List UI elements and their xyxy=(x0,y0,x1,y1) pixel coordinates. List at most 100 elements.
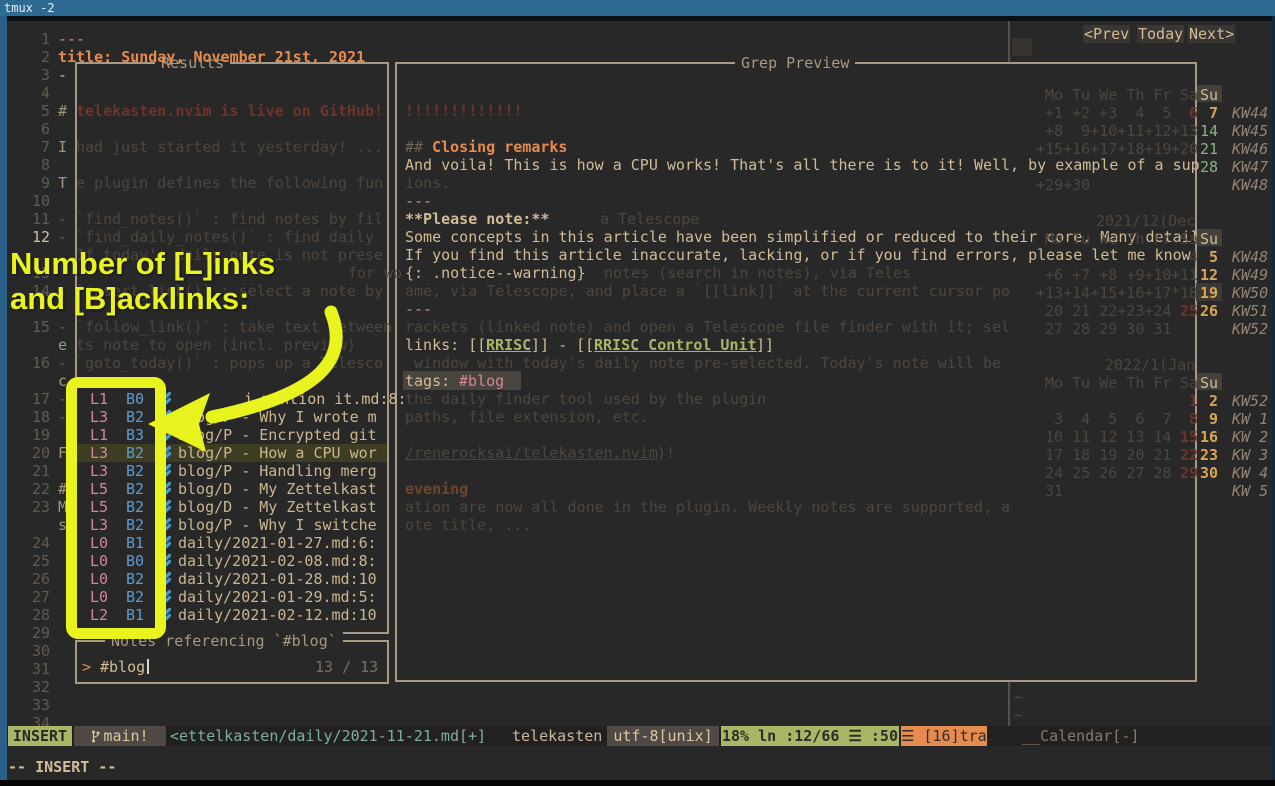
text-fragment: ~ xyxy=(1014,706,1023,724)
result-text: daily/2021-02-08.md:8: xyxy=(178,552,384,570)
text-fragment: If today's daily note is not prese xyxy=(76,246,383,264)
text-fragment: had just started it yesterday! ... xyxy=(76,138,383,156)
line-number: 32 xyxy=(8,678,50,696)
result-item[interactable]: L0 B2 daily/2021-01-28.md:10 xyxy=(77,570,387,588)
text-fragment: ts note to open (incl. preview) xyxy=(76,336,356,354)
text-fragment: `find_daily_notes()` : find daily xyxy=(76,228,374,246)
text-fragment: ions. xyxy=(405,174,450,192)
result-item[interactable]: L3 B2 blog/P - Why I switche xyxy=(77,516,387,534)
text-fragment: `insert_link()` : select a note by xyxy=(76,282,383,300)
calendar-cell: 29 xyxy=(1171,464,1198,482)
text-fragment: I xyxy=(58,138,67,156)
calendar-cell: 25 xyxy=(1171,302,1198,320)
line-number: 18 xyxy=(8,408,50,426)
grep-preview-title: Grep Preview xyxy=(735,54,855,72)
branch-label: main! xyxy=(103,727,148,745)
text-fragment: window with today's daily note pre-selec… xyxy=(405,354,1001,372)
line-number: 9 xyxy=(8,174,50,192)
calendar-cell: +13 xyxy=(1171,122,1198,140)
result-item[interactable]: L0 B0 daily/2021-02-08.md:8: xyxy=(77,552,387,570)
text-fragment: a Telescope xyxy=(600,210,699,228)
line-number: 21 xyxy=(8,462,50,480)
text-fragment: --- xyxy=(58,30,85,48)
calendar-cell: 9 xyxy=(1200,410,1218,428)
calendar-cell: 27 28 29 30 31 xyxy=(1036,320,1171,338)
calendar-cell: KW52 xyxy=(1232,320,1268,338)
text-fragment: RRISC Control Unit xyxy=(594,336,757,354)
line-number: 30 xyxy=(8,642,50,660)
backlinks-count: B2 xyxy=(126,588,144,606)
line-number: 19 xyxy=(8,426,50,444)
text-fragment: ation are now all done in the plugin. We… xyxy=(405,498,1010,516)
calendar-cell: 19 xyxy=(1200,284,1218,302)
line-number: 22 xyxy=(8,480,50,498)
calendar-nav-button[interactable]: Today xyxy=(1137,25,1184,43)
links-count: L5 xyxy=(90,480,108,498)
links-count: L0 xyxy=(90,534,108,552)
result-item[interactable]: L5 B2 blog/D - My Zettelkast xyxy=(77,498,387,516)
text-fragment: ]] - [[ xyxy=(531,336,594,354)
position-badge: 18% ln :12/66 ☰ :50 xyxy=(721,726,899,746)
calendar-cell: 2021/12(Dec xyxy=(1096,212,1195,230)
result-item[interactable]: L5 B2 blog/D - My Zettelkast xyxy=(77,480,387,498)
result-item[interactable]: L0 B2 daily/2021-01-29.md:5: xyxy=(77,588,387,606)
result-item[interactable]: L3 B2 blog/P - Handling merg xyxy=(77,462,387,480)
tmux-titlebar: tmux -2 xyxy=(0,0,1275,16)
result-item[interactable]: L1 B3 blog/P - Encrypted git xyxy=(77,426,387,444)
prompt-caret: > xyxy=(82,658,91,676)
text-fragment: - xyxy=(58,408,67,426)
backlinks-count: B3 xyxy=(126,426,144,444)
result-item[interactable]: L3 B2 blog/P - Why I wrote m xyxy=(77,408,387,426)
command-line-mode: -- INSERT -- xyxy=(8,757,116,777)
line-number: 7 xyxy=(8,138,50,156)
backlinks-count: B2 xyxy=(126,498,144,516)
calendar-cell: KW45 xyxy=(1232,122,1268,140)
links-count: L0 xyxy=(90,552,108,570)
calendar-cell: 21 xyxy=(1200,140,1218,158)
calendar-cell: KW49 xyxy=(1232,266,1268,284)
text-cursor xyxy=(147,659,149,674)
calendar-cell: 22 xyxy=(1171,446,1198,464)
text-fragment: )! xyxy=(657,444,675,462)
text-fragment: And voila! This is how a CPU works! That… xyxy=(405,156,1200,174)
text-fragment: title: Sunday, November 21st, 2021 xyxy=(58,48,365,66)
links-count: L0 xyxy=(90,570,108,588)
calendar-cell: *18 xyxy=(1171,284,1198,302)
calendar-cell: 20 21 22+23+24 xyxy=(1036,302,1171,320)
prompt-input[interactable]: #blog xyxy=(100,658,145,676)
result-item[interactable]: L3 B2 blog/P - How a CPU wor xyxy=(77,444,387,462)
line-number: 23 xyxy=(8,498,50,516)
calendar-cell: 3 4 5 6 7 xyxy=(1036,410,1171,428)
links-count: L1 xyxy=(90,390,108,408)
text-fragment: # xyxy=(58,480,67,498)
text-fragment: c xyxy=(58,372,67,390)
text-fragment: If you find this article inaccurate, lac… xyxy=(405,246,1191,264)
calendar-cell: 14 xyxy=(1200,122,1218,140)
line-number: 20 xyxy=(8,444,50,462)
text-fragment: - xyxy=(58,282,67,300)
text-fragment: ame, via Telescope, and place a `[[link]… xyxy=(405,282,1010,300)
result-item[interactable]: L0 B1 daily/2021-01-27.md:6: xyxy=(77,534,387,552)
text-fragment: i mention it.md:8: xyxy=(244,390,407,408)
backlinks-count: B2 xyxy=(126,570,144,588)
line-number: 16 xyxy=(8,354,50,372)
calendar-nav-button[interactable]: <Prev xyxy=(1083,25,1130,43)
result-item[interactable]: L2 B1 daily/2021-02-12.md:10 xyxy=(77,606,387,624)
text-fragment: --- xyxy=(405,192,432,210)
calendar-cell: KW51 xyxy=(1232,302,1268,320)
calendar-cell: KW47 xyxy=(1232,158,1268,176)
calendar-cell xyxy=(1012,38,1032,56)
calendar-cell: KW48 xyxy=(1232,176,1268,194)
text-fragment: `follow_link()` : take text between xyxy=(76,318,392,336)
line-number: 1 xyxy=(8,30,50,48)
text-fragment: --- xyxy=(405,300,432,318)
backlinks-count: B2 xyxy=(126,516,144,534)
calendar-cell: Su xyxy=(1200,230,1218,248)
links-count: L3 xyxy=(90,444,108,462)
calendar-cell: 1 xyxy=(1171,392,1198,410)
line-number: 6 xyxy=(8,120,50,138)
frame-bottom xyxy=(0,780,1275,786)
line-number: 2 xyxy=(8,48,50,66)
calendar-nav-button[interactable]: Next> xyxy=(1188,25,1235,43)
prompt-window-title: Notes referencing `#blog` xyxy=(105,632,343,650)
